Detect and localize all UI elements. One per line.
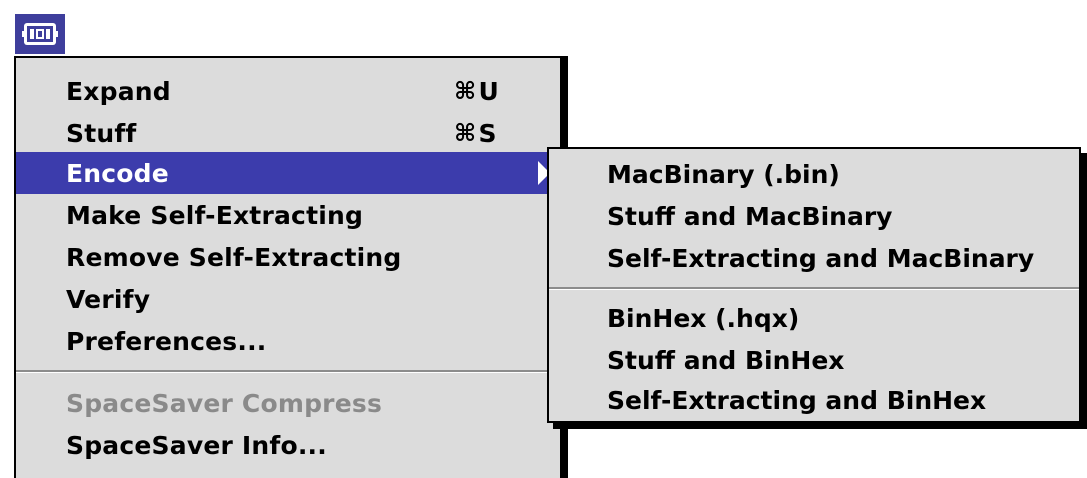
menu-item-label: Verify	[66, 284, 151, 314]
submenu-item-label: Stuff and MacBinary	[607, 201, 893, 231]
submenu-item-label: Stuff and BinHex	[607, 345, 845, 375]
menu-item-spacesaver-compress: SpaceSaver Compress	[16, 382, 560, 424]
command-key-icon: ⌘	[454, 119, 477, 147]
menu-item-label: SpaceSaver Info...	[66, 430, 327, 460]
menu-item-label: Expand	[66, 76, 171, 106]
command-key-icon: ⌘	[454, 77, 477, 105]
menu-item-label: Make Self-Extracting	[66, 200, 364, 230]
submenu-item-label: MacBinary (.bin)	[607, 159, 840, 189]
menu-item-label: Preferences...	[66, 326, 267, 356]
menu-item-stuff[interactable]: Stuff ⌘ S	[16, 112, 560, 154]
submenu-item-stuff-and-binhex[interactable]: Stuff and BinHex	[549, 339, 1079, 381]
menu-item-encode[interactable]: Encode	[16, 152, 560, 194]
menu-item-verify[interactable]: Verify	[16, 278, 560, 320]
stuffit-app-icon[interactable]	[15, 14, 65, 54]
menu-item-expand[interactable]: Expand ⌘ U	[16, 70, 560, 112]
submenu-item-self-extracting-and-macbinary[interactable]: Self-Extracting and MacBinary	[549, 237, 1079, 279]
encode-submenu: MacBinary (.bin) Stuff and MacBinary Sel…	[547, 147, 1081, 423]
menu-item-make-self-extracting[interactable]: Make Self-Extracting	[16, 194, 560, 236]
submenu-separator	[549, 287, 1079, 290]
menu-item-shortcut: ⌘ S	[454, 119, 497, 148]
menu-item-label: Remove Self-Extracting	[66, 242, 402, 272]
submenu-item-self-extracting-and-binhex[interactable]: Self-Extracting and BinHex	[549, 379, 1079, 421]
menu-item-shortcut: ⌘ U	[454, 77, 499, 106]
menu-item-label: Encode	[66, 158, 169, 188]
submenu-item-stuff-and-macbinary[interactable]: Stuff and MacBinary	[549, 195, 1079, 237]
submenu-item-binhex[interactable]: BinHex (.hqx)	[549, 297, 1079, 339]
submenu-item-macbinary[interactable]: MacBinary (.bin)	[549, 153, 1079, 195]
submenu-item-label: BinHex (.hqx)	[607, 303, 800, 333]
shortcut-key: U	[478, 76, 499, 106]
menu-item-remove-self-extracting[interactable]: Remove Self-Extracting	[16, 236, 560, 278]
stuffit-menu: Expand ⌘ U Stuff ⌘ S Encode Make Self-Ex…	[14, 56, 562, 478]
menu-item-label: SpaceSaver Compress	[66, 388, 383, 418]
submenu-item-label: Self-Extracting and MacBinary	[607, 243, 1035, 273]
shortcut-key: S	[478, 118, 497, 148]
menu-item-spacesaver-info[interactable]: SpaceSaver Info...	[16, 424, 560, 466]
menu-separator	[16, 370, 560, 373]
menu-item-preferences[interactable]: Preferences...	[16, 320, 560, 362]
menu-item-label: Stuff	[66, 118, 137, 148]
submenu-item-label: Self-Extracting and BinHex	[607, 385, 987, 415]
